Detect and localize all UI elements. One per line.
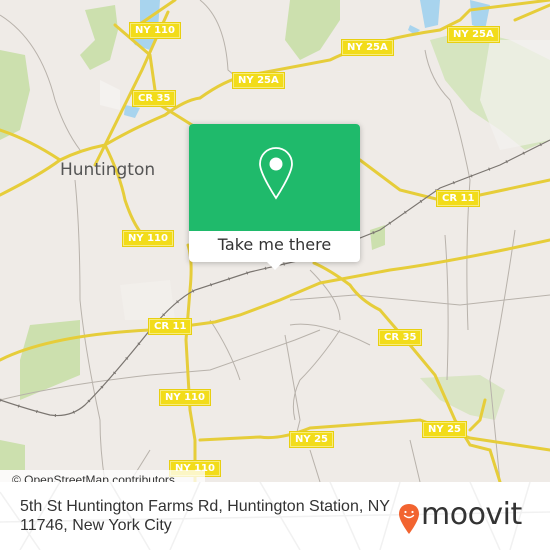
route-shield-ny-25a: NY 25A [233, 73, 284, 88]
route-shield-ny-25a: NY 25A [342, 40, 393, 55]
park-area [285, 0, 340, 60]
location-pin-icon [259, 147, 293, 200]
park-area [420, 375, 505, 420]
route-shield-ny-25a: NY 25A [448, 27, 499, 42]
moovit-logo: moovit [398, 497, 522, 537]
map-attribution[interactable]: © OpenStreetMap contributors [0, 470, 205, 482]
route-shield-ny-110: NY 110 [130, 23, 180, 38]
park-area [80, 5, 118, 70]
route-shield-cr-35: CR 35 [133, 91, 176, 106]
park-area [0, 440, 25, 470]
park-area [0, 50, 30, 140]
popup-header [189, 124, 360, 231]
location-popup: Take me there [189, 124, 360, 270]
water-body [470, 0, 490, 30]
moovit-wordmark: moovit [421, 497, 522, 532]
route-shield-ny-110: NY 110 [123, 231, 173, 246]
route-shield-cr-11: CR 11 [437, 191, 480, 206]
popup-pointer [266, 261, 284, 270]
address-text: 5th St Huntington Farms Rd, Huntington S… [20, 498, 390, 534]
take-me-there-button[interactable]: Take me there [189, 231, 360, 262]
huntington-label: Huntington [60, 160, 156, 180]
park-area [20, 320, 80, 400]
water-body [124, 105, 140, 118]
route-shield-cr-11: CR 11 [149, 319, 192, 334]
map[interactable]: Huntington NY 110 NY 25A NY 25A NY 25A C… [0, 0, 550, 482]
route-shield-ny-110: NY 110 [160, 390, 210, 405]
moovit-pin-icon [399, 504, 419, 534]
footer: 5th St Huntington Farms Rd, Huntington S… [0, 482, 550, 550]
route-shield-ny-25: NY 25 [290, 432, 334, 447]
water-body [420, 0, 440, 28]
route-shield-ny-25: NY 25 [423, 422, 467, 437]
route-shield-cr-35: CR 35 [379, 330, 422, 345]
